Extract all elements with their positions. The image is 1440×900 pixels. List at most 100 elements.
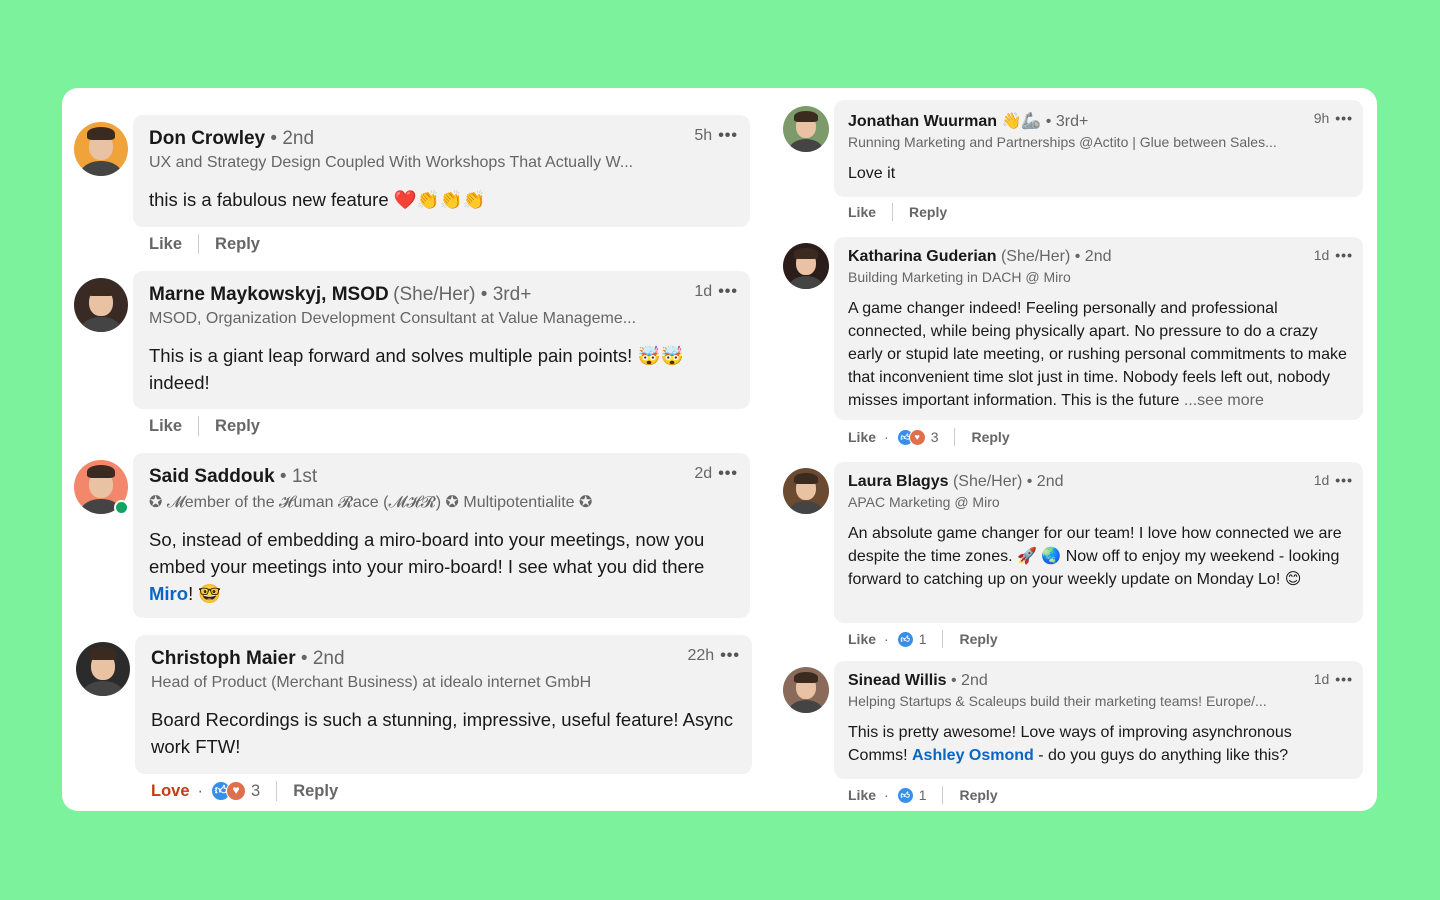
reply-button[interactable]: Reply	[215, 235, 260, 254]
more-options-icon[interactable]: •••	[718, 465, 738, 482]
author-headline: Building Marketing in DACH @ Miro	[848, 269, 1071, 285]
see-more-link[interactable]: ...see more	[1184, 392, 1264, 409]
comment-actions: Like Reply	[149, 234, 260, 254]
reaction-summary[interactable]: 👍︎ ♥ 3	[896, 428, 939, 446]
author-headline: Helping Startups & Scaleups build their …	[848, 693, 1267, 709]
reply-button[interactable]: Reply	[215, 417, 260, 436]
connection-degree-separator: •	[274, 466, 292, 487]
comment-meta: 1d •••	[1314, 247, 1353, 263]
more-options-icon[interactable]: •••	[720, 647, 740, 664]
comment-bubble: Don Crowley • 2nd UX and Strategy Design …	[133, 115, 750, 227]
reply-button[interactable]: Reply	[293, 782, 338, 801]
comment-actions: Love · 👍︎ ♥ 3 Reply	[151, 781, 338, 801]
mention-link[interactable]: Ashley Osmond	[912, 747, 1034, 764]
divider	[892, 203, 894, 221]
like-button[interactable]: Like	[848, 787, 876, 803]
reply-button[interactable]: Reply	[959, 631, 997, 647]
more-options-icon[interactable]: •••	[718, 283, 738, 300]
reply-button[interactable]: Reply	[971, 429, 1009, 445]
avatar[interactable]	[783, 468, 829, 514]
comment-bubble: Marne Maykowskyj, MSOD (She/Her) • 3rd+ M…	[133, 271, 750, 409]
timestamp: 5h	[694, 127, 713, 144]
like-button[interactable]: Like	[149, 417, 182, 436]
avatar[interactable]	[74, 278, 128, 332]
divider	[198, 416, 200, 436]
comment-actions: Like · 👍︎ 1 Reply	[848, 630, 998, 648]
divider	[276, 781, 278, 801]
like-reaction-icon: 👍︎	[896, 630, 914, 648]
avatar[interactable]	[783, 106, 829, 152]
more-options-icon[interactable]: •••	[1335, 247, 1353, 263]
avatar-body	[788, 700, 824, 713]
love-reaction-icon: ♥	[908, 428, 926, 446]
love-reaction-button[interactable]: Love	[151, 782, 190, 801]
avatar-hair	[794, 247, 818, 259]
comment-text: Love it	[848, 162, 1349, 185]
reaction-count: 3	[930, 429, 939, 445]
text-segment: An absolute game changer for our team! I…	[848, 525, 1342, 588]
comment-text: This is pretty awesome! Love ways of imp…	[848, 721, 1349, 767]
comment-bubble: Jonathan Wuurman 👋🦾 • 3rd+ Running Market…	[834, 100, 1363, 197]
text-segment: Board Recordings is such a stunning, imp…	[151, 709, 734, 757]
reply-button[interactable]: Reply	[909, 204, 947, 220]
connection-degree-separator: •	[295, 648, 313, 669]
author-name[interactable]: Laura Blagys	[848, 473, 948, 490]
comment-meta: 1d •••	[1314, 671, 1353, 687]
author-name[interactable]: Jonathan Wuurman 👋🦾	[848, 113, 1041, 130]
text-segment: this is a fabulous new feature ❤️👏👏👏	[149, 189, 486, 210]
more-options-icon[interactable]: •••	[718, 127, 738, 144]
like-button[interactable]: Like	[848, 204, 876, 220]
separator-dot: ·	[884, 787, 889, 803]
author-name[interactable]: Katharina Guderian	[848, 248, 996, 265]
comment-bubble: Sinead Willis • 2nd Helping Startups & Sc…	[834, 661, 1363, 779]
comment-meta: 2d •••	[694, 465, 738, 483]
reaction-summary[interactable]: 👍︎ 1	[896, 630, 926, 648]
connection-degree-separator: •	[475, 284, 493, 305]
reaction-summary[interactable]: 👍︎ ♥ 3	[211, 781, 260, 801]
author-headline: APAC Marketing @ Miro	[848, 494, 1000, 510]
avatar[interactable]	[783, 667, 829, 713]
author-name[interactable]: Said Saddouk	[149, 466, 275, 487]
text-segment: Love it	[848, 165, 896, 182]
comment-actions: Like · 👍︎ ♥ 3 Reply	[848, 428, 1010, 446]
author-name[interactable]: Christoph Maier	[151, 648, 296, 669]
like-button[interactable]: Like	[848, 631, 876, 647]
divider	[942, 630, 944, 648]
like-reaction-icon: 👍︎	[896, 786, 914, 804]
avatar-hair	[794, 110, 818, 122]
like-button[interactable]: Like	[149, 235, 182, 254]
timestamp: 1d	[1313, 472, 1330, 488]
mention-link[interactable]: Miro	[149, 583, 188, 604]
author-pronouns: (She/Her)	[393, 284, 476, 305]
comment-meta: 5h •••	[694, 127, 738, 145]
author-name[interactable]: Marne Maykowskyj, MSOD	[149, 284, 389, 305]
connection-degree: 2nd	[312, 648, 345, 669]
avatar-body	[788, 276, 824, 289]
author-pronouns: (She/Her)	[1000, 248, 1071, 265]
reply-button[interactable]: Reply	[959, 787, 997, 803]
avatar-hair	[86, 283, 116, 297]
author-pronouns: (She/Her)	[952, 473, 1023, 490]
comment-header: Jonathan Wuurman 👋🦾 • 3rd+	[848, 111, 1349, 131]
avatar[interactable]	[76, 642, 130, 696]
avatar-body	[788, 139, 824, 152]
avatar-body	[80, 160, 122, 176]
avatar[interactable]	[74, 122, 128, 176]
timestamp: 1d	[1313, 671, 1330, 687]
connection-degree-separator: •	[946, 672, 962, 689]
avatar[interactable]	[783, 243, 829, 289]
like-button[interactable]: Like	[848, 429, 876, 445]
more-options-icon[interactable]: •••	[1335, 472, 1353, 488]
comment-text: An absolute game changer for our team! I…	[848, 522, 1349, 591]
reaction-count: 1	[918, 787, 927, 803]
author-headline: ✪ 𝓜ember of the 𝓗uman 𝓡ace (𝓜𝓗𝓡) ✪ Multi…	[149, 494, 593, 511]
reaction-summary[interactable]: 👍︎ 1	[896, 786, 927, 804]
more-options-icon[interactable]: •••	[1335, 671, 1353, 687]
connection-degree: 3rd+	[1055, 113, 1089, 130]
more-options-icon[interactable]: •••	[1335, 110, 1353, 126]
author-name[interactable]: Sinead Willis	[848, 672, 947, 689]
connection-degree-separator: •	[1070, 248, 1085, 265]
separator-dot: ·	[197, 781, 204, 800]
connection-degree: 3rd+	[492, 284, 532, 305]
author-name[interactable]: Don Crowley	[149, 128, 265, 149]
